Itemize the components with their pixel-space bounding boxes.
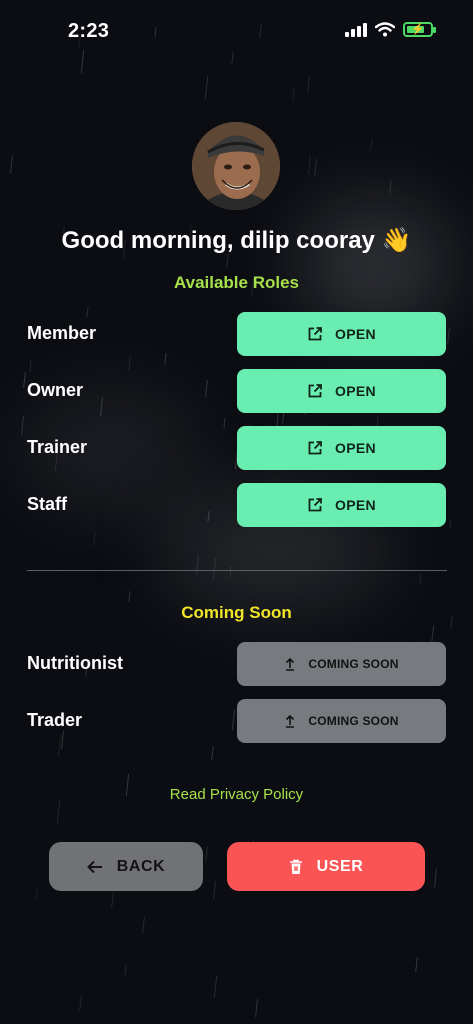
coming-soon-button-label: COMING SOON	[308, 657, 399, 671]
greeting-text: Good morning, dilip cooray 👋	[61, 227, 412, 254]
open-button-label: OPEN	[335, 383, 376, 399]
status-icons: ⚡	[345, 22, 436, 37]
role-row-trainer: Trainer OPEN	[27, 426, 447, 470]
battery-icon: ⚡	[403, 22, 436, 37]
coming-soon-trader-button[interactable]: COMING SOON	[237, 699, 446, 743]
open-in-new-icon	[308, 327, 322, 341]
coming-soon-title: Coming Soon	[181, 603, 292, 622]
role-row-member: Member OPEN	[27, 312, 447, 356]
cellular-signal-icon	[345, 22, 367, 37]
coming-soon-button-label: COMING SOON	[308, 714, 399, 728]
status-bar: 2:23 ⚡	[0, 0, 473, 64]
profile-avatar	[192, 122, 280, 210]
back-button[interactable]: BACK	[49, 842, 203, 891]
section-divider	[27, 570, 447, 571]
open-trainer-button[interactable]: OPEN	[237, 426, 446, 470]
charging-bolt-icon: ⚡	[411, 23, 425, 35]
status-time: 2:23	[68, 20, 110, 42]
background-glow	[300, 200, 450, 330]
role-label: Owner	[27, 380, 84, 400]
arrow-left-icon	[86, 860, 102, 873]
role-label: Member	[27, 323, 97, 343]
upload-arrow-icon	[286, 714, 295, 728]
available-roles-title: Available Roles	[173, 273, 300, 292]
back-button-label: BACK	[116, 857, 166, 875]
role-label: Staff	[27, 494, 67, 514]
role-row-trader: Trader COMING SOON	[27, 699, 447, 743]
privacy-policy-link[interactable]: Read Privacy Policy	[0, 786, 473, 803]
open-in-new-icon	[308, 384, 322, 398]
role-row-staff: Staff OPEN	[27, 483, 447, 527]
user-delete-button[interactable]: USER	[227, 842, 425, 891]
role-row-owner: Owner OPEN	[27, 369, 447, 413]
open-owner-button[interactable]: OPEN	[237, 369, 446, 413]
open-member-button[interactable]: OPEN	[237, 312, 446, 356]
role-row-nutritionist: Nutritionist COMING SOON	[27, 642, 447, 686]
open-button-label: OPEN	[335, 497, 376, 513]
open-button-label: OPEN	[335, 440, 376, 456]
trash-icon	[289, 859, 302, 874]
coming-soon-nutritionist-button[interactable]: COMING SOON	[237, 642, 446, 686]
upload-arrow-icon	[286, 657, 295, 671]
role-label: Trader	[27, 710, 83, 730]
role-label: Trainer	[27, 437, 88, 457]
open-staff-button[interactable]: OPEN	[237, 483, 446, 527]
open-in-new-icon	[308, 441, 322, 455]
user-button-label: USER	[316, 857, 364, 875]
open-button-label: OPEN	[335, 326, 376, 342]
open-in-new-icon	[308, 498, 322, 512]
wifi-icon	[375, 22, 395, 37]
role-label: Nutritionist	[27, 653, 123, 673]
